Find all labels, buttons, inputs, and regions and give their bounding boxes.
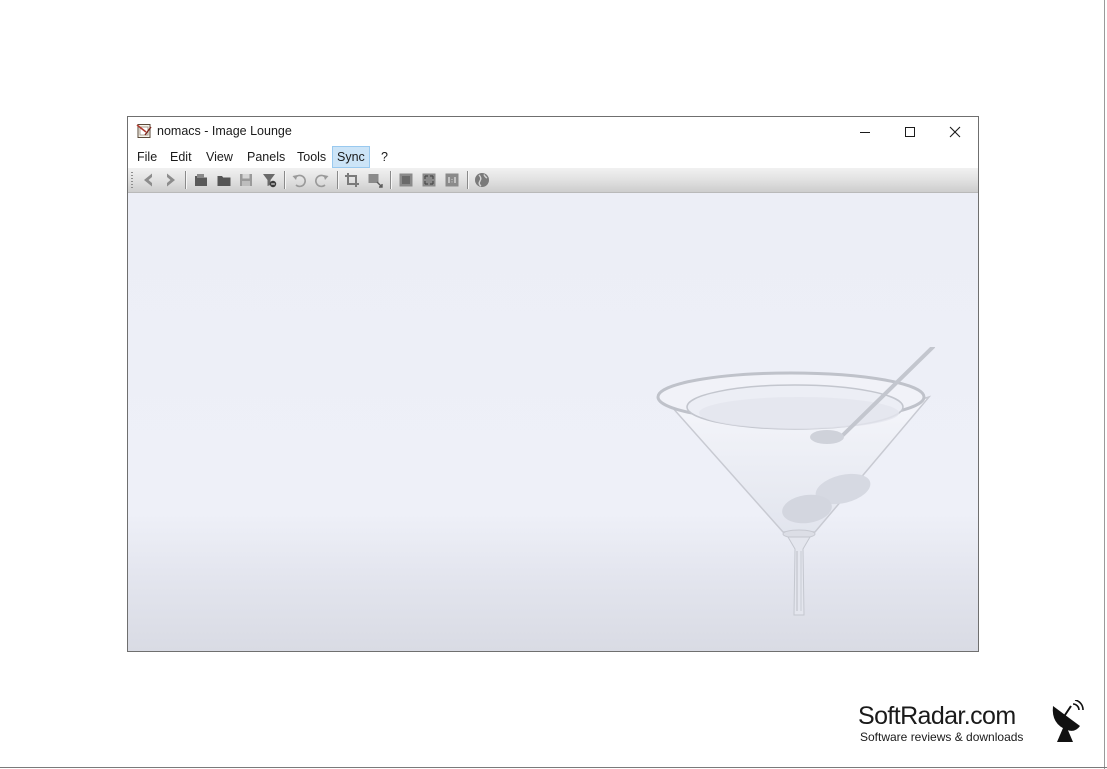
minimize-icon [859,131,870,133]
toolbar-grip[interactable] [131,172,133,189]
close-button[interactable] [932,117,977,146]
title-bar: nomacs - Image Lounge [128,117,978,146]
toolbar-separator [390,171,391,189]
open-file-button[interactable] [191,171,211,189]
actual-size-icon [445,173,459,187]
menu-tools[interactable]: Tools [293,147,330,167]
actual-size-button[interactable] [442,171,462,189]
rotate-right-button[interactable] [312,171,332,189]
minimize-button[interactable] [842,117,887,146]
toolbar [128,168,978,193]
next-icon [167,173,175,187]
open-folder-button[interactable] [214,171,234,189]
next-button[interactable] [161,171,181,189]
toolbar-separator [185,171,186,189]
window-title: nomacs - Image Lounge [157,124,292,138]
rotate-right-icon [315,174,329,188]
page-bottom-border [0,767,1107,768]
save-button[interactable] [236,171,256,189]
save-icon [240,174,252,186]
resize-button[interactable] [365,171,385,189]
brand-name: SoftRadar.com [858,702,1016,730]
rotate-left-button[interactable] [289,171,309,189]
martini-glass-logo [656,347,935,616]
image-viewport[interactable] [128,193,978,651]
filter-button[interactable] [259,171,279,189]
web-icon [475,173,489,187]
menu-bar: File Edit View Panels Tools Sync ? [128,146,978,168]
fullscreen-icon [399,173,413,187]
menu-view[interactable]: View [202,147,237,167]
open-file-icon [195,174,207,186]
crop-icon [345,173,359,187]
satellite-dish-icon [1052,700,1084,742]
brand-tagline: Software reviews & downloads [860,730,1024,744]
close-icon [949,126,960,137]
maximize-icon [904,126,915,137]
previous-icon [144,173,152,187]
maximize-button[interactable] [887,117,932,146]
previous-button[interactable] [138,171,158,189]
filter-icon [263,174,277,188]
app-window: nomacs - Image Lounge File Edit View Pan… [127,116,979,652]
toolbar-separator [337,171,338,189]
menu-help[interactable]: ? [377,147,392,167]
fit-window-button[interactable] [419,171,439,189]
fullscreen-button[interactable] [396,171,416,189]
web-button[interactable] [472,171,492,189]
rotate-left-icon [292,174,306,188]
open-folder-icon [217,176,231,186]
menu-panels[interactable]: Panels [243,147,289,167]
fit-window-icon [422,173,436,187]
toolbar-separator [284,171,285,189]
menu-edit[interactable]: Edit [166,147,196,167]
toolbar-separator [467,171,468,189]
menu-sync[interactable]: Sync [332,146,370,168]
nomacs-app-icon [136,124,152,138]
page-right-border [1104,0,1105,769]
resize-icon [368,174,383,188]
softradar-watermark: SoftRadar.com Software reviews & downloa… [858,700,1088,750]
crop-button[interactable] [342,171,362,189]
menu-file[interactable]: File [133,147,161,167]
